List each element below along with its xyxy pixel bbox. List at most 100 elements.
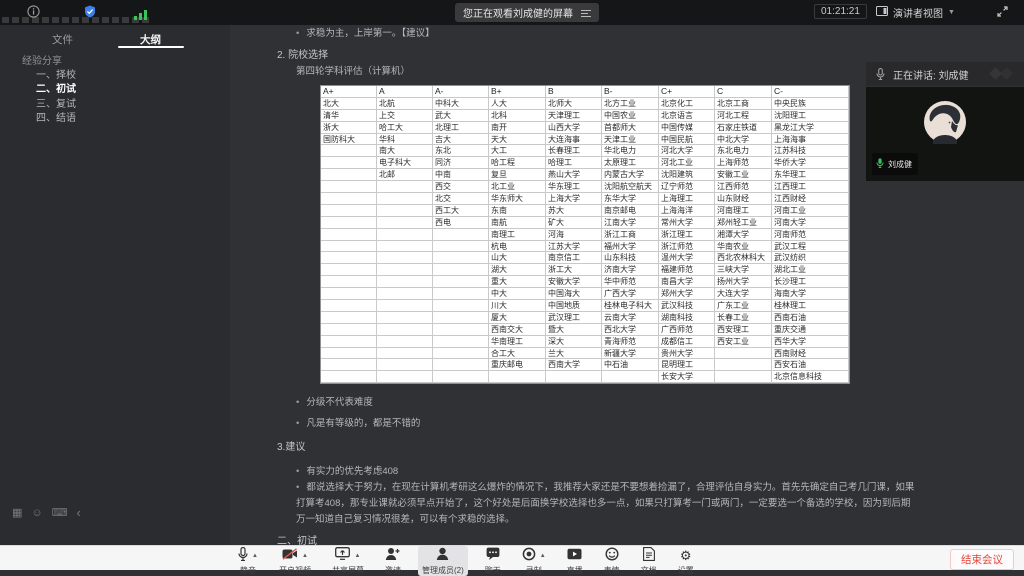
table-cell: 北邮 [377, 169, 433, 181]
participant-name-tag: 刘成健 [872, 153, 918, 175]
table-cell: 西南石油 [772, 312, 849, 324]
tab-outline[interactable]: 大纲 [140, 32, 161, 47]
speaking-label: 正在讲话: 刘成健 [893, 67, 969, 82]
emoji-icon [605, 547, 619, 566]
table-cell: 常州大学 [659, 217, 715, 229]
table-cell: 南开 [489, 122, 546, 134]
table-cell: 云南大学 [602, 312, 659, 324]
collapse-sidebar-icon[interactable]: ‹ [77, 505, 81, 520]
mic-icon [238, 547, 248, 566]
toolbar-share-screen-button[interactable]: ▲ 共享屏幕 [328, 546, 368, 576]
table-cell [433, 359, 489, 371]
table-cell: 西安石油 [772, 359, 849, 371]
table-cell [321, 229, 377, 241]
toolbar-camera-off-button[interactable]: ▲开启视频 [275, 546, 315, 576]
security-shield-icon[interactable] [84, 5, 96, 23]
table-cell: 河南工业 [772, 205, 849, 217]
grid-view-icon[interactable]: ▦ [12, 506, 22, 519]
info-icon[interactable] [27, 5, 40, 23]
table-cell [321, 157, 377, 169]
table-cell: 中央民族 [772, 98, 849, 110]
table-cell: 昆明理工 [659, 359, 715, 371]
outline-item[interactable]: 经验分享 [22, 55, 230, 69]
table-cell: 厦大 [489, 312, 546, 324]
toolbar-button-label: 共享屏幕 [332, 565, 364, 576]
toolbar-members-button[interactable]: 管理成员(2) [418, 546, 468, 576]
toolbar-invite-button[interactable]: 邀请 [381, 546, 405, 576]
table-cell [433, 252, 489, 264]
participant-video-tile[interactable]: 刘成健 [866, 87, 1024, 181]
mic-active-icon [876, 155, 884, 173]
toolbar-chat-button[interactable]: 聊天 [481, 546, 505, 576]
speaking-indicator-bar: 正在讲话: 刘成健 [866, 62, 1024, 86]
table-cell: 西安工业 [715, 336, 772, 348]
table-cell: 沈阳理工 [772, 110, 849, 122]
chevron-up-icon[interactable]: ▲ [302, 553, 308, 559]
table-cell [377, 348, 433, 360]
toolbar-button-label: 文档 [641, 565, 657, 576]
doc-paragraph-advice: 都说选择大于努力，在现在计算机考研这么爆炸的情况下，我推荐大家还是不要想着捡漏了… [296, 480, 916, 528]
table-cell [377, 312, 433, 324]
outline-item[interactable]: 二、初试 [36, 83, 230, 97]
toolbar-live-button[interactable]: 直播 [563, 546, 587, 576]
table-cell [715, 359, 772, 371]
table-cell: 华北电力 [602, 145, 659, 157]
toolbar-mic-button[interactable]: ▲ 静音 [234, 546, 262, 576]
chevron-up-icon[interactable]: ▲ [354, 553, 360, 559]
table-cell: 上海海洋 [659, 205, 715, 217]
table-cell: 上海理工 [659, 193, 715, 205]
table-cell: 中科大 [433, 98, 489, 110]
table-cell: 西南财经 [772, 348, 849, 360]
table-cell: 安徽工业 [715, 169, 772, 181]
table-cell [377, 205, 433, 217]
end-meeting-button[interactable]: 结束会议 [950, 549, 1014, 570]
network-signal-icon[interactable] [134, 7, 148, 25]
toolbar-document-button[interactable]: 文档 [637, 546, 661, 576]
keyboard-icon[interactable]: ⌨ [52, 506, 68, 519]
avatar [923, 100, 967, 149]
table-cell: 北师大 [546, 98, 602, 110]
table-cell: 武汉理工 [546, 312, 602, 324]
chevron-up-icon[interactable]: ▲ [252, 553, 258, 559]
toolbar-settings-button[interactable]: ⚙设置 [674, 546, 698, 576]
table-cell: 南昌大学 [659, 276, 715, 288]
outline-item[interactable]: 三、复试 [36, 98, 230, 112]
fullscreen-icon[interactable] [996, 5, 1009, 23]
chevron-up-icon[interactable]: ▲ [540, 553, 546, 559]
view-mode-selector[interactable]: 演讲者视图 ▼ [876, 4, 955, 20]
table-cell [321, 193, 377, 205]
toolbar-record-button[interactable]: ▲录制 [518, 546, 550, 576]
emoji-small-icon[interactable]: ☺ [31, 507, 42, 519]
table-cell: 长安大学 [659, 371, 715, 383]
table-cell: 哈工程 [489, 157, 546, 169]
table-cell: 东华理工 [772, 169, 849, 181]
table-cell [321, 348, 377, 360]
toolbar-button-label: 直播 [567, 565, 583, 576]
table-header-cell: A [377, 86, 433, 98]
tab-files[interactable]: 文件 [52, 32, 73, 47]
table-cell: 江西师范 [715, 181, 772, 193]
toolbar-button-label: 静音 [240, 565, 256, 576]
table-cell: 桂林理工 [772, 300, 849, 312]
table-cell: 矿大 [546, 217, 602, 229]
table-cell [321, 181, 377, 193]
outline-list: 经验分享一、择校二、初试三、复试四、结语 [0, 55, 230, 126]
table-cell [377, 288, 433, 300]
outline-item[interactable]: 四、结语 [36, 112, 230, 126]
chat-icon [486, 547, 500, 565]
toolbar-emoji-button[interactable]: 表情 [600, 546, 624, 576]
table-cell: 江西财经 [772, 193, 849, 205]
table-cell [321, 205, 377, 217]
outline-item[interactable]: 一、择校 [36, 69, 230, 83]
table-cell: 哈工大 [377, 122, 433, 134]
table-cell: 北航 [377, 98, 433, 110]
table-cell [321, 312, 377, 324]
table-cell: 北京语言 [659, 110, 715, 122]
table-cell: 兰大 [546, 348, 602, 360]
table-cell [321, 300, 377, 312]
table-cell: 江西理工 [772, 181, 849, 193]
active-tab-underline [118, 46, 184, 48]
table-cell: 合工大 [489, 348, 546, 360]
table-cell [433, 288, 489, 300]
banner-menu-icon[interactable] [581, 9, 591, 17]
